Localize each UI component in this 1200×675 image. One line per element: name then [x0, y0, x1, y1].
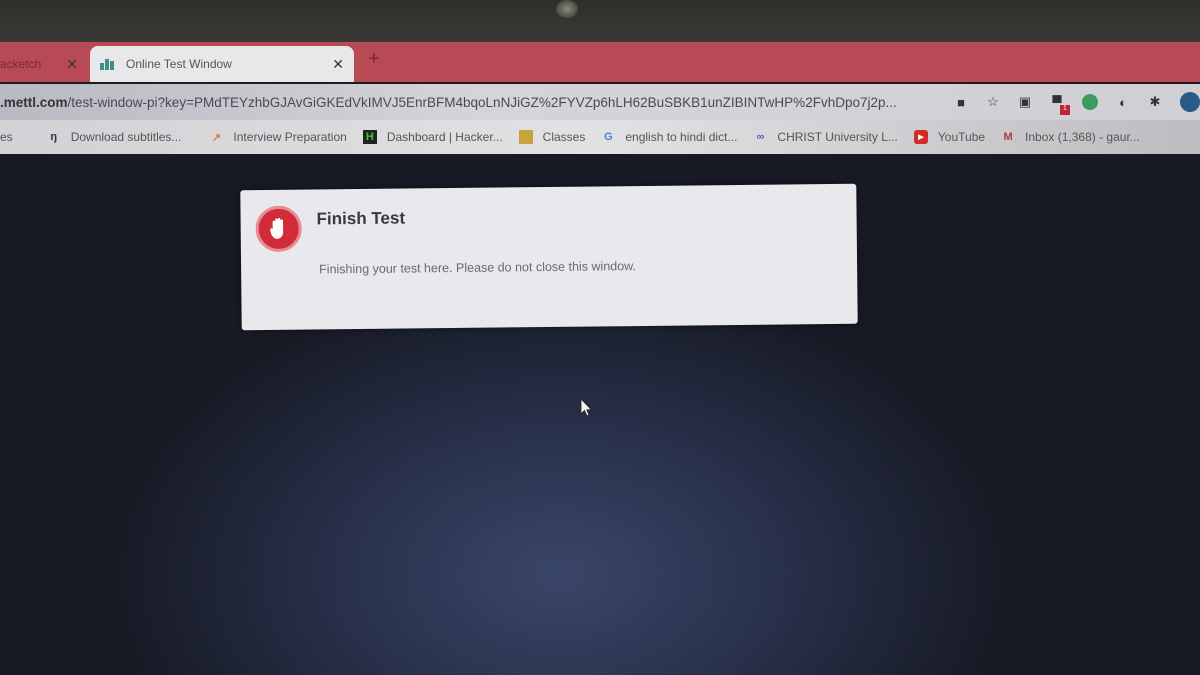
green-extension-icon[interactable]	[1082, 94, 1098, 110]
puzzle-icon[interactable]: ✱	[1148, 94, 1162, 109]
bookmark-label: Interview Preparation	[233, 130, 347, 144]
close-icon[interactable]: ✕	[332, 56, 344, 73]
url-input[interactable]: .mettl.com/test-window-pi?key=PMdTEYzhbG…	[0, 95, 944, 110]
bookmark-item[interactable]: Classes	[518, 130, 586, 144]
url-path: /test-window-pi?key=PMdTEYzhbGJAvGiGKEdV…	[67, 94, 897, 110]
tab-online-test-window[interactable]: Online Test Window ✕	[90, 46, 354, 82]
bookmark-item[interactable]: H Dashboard | Hacker...	[362, 130, 503, 144]
mouse-cursor-icon	[580, 398, 594, 423]
bookmark-label: YouTube	[937, 130, 986, 144]
bookmark-item[interactable]: ŋ Download subtitles...	[47, 130, 182, 144]
bookmark-item[interactable]: ∞ CHRIST University L...	[753, 130, 898, 144]
extension-badge: 1	[1060, 105, 1070, 115]
bookmark-label: Dashboard | Hacker...	[386, 130, 503, 144]
gmail-icon: M	[1003, 131, 1013, 143]
laptop-bezel	[0, 0, 1200, 42]
youtube-icon: ▶	[913, 130, 928, 144]
tab-inactive[interactable]: ...acketch ✕	[0, 46, 88, 82]
tab-title: Online Test Window	[126, 57, 232, 71]
profile-avatar[interactable]	[1180, 92, 1200, 112]
bookmark-item[interactable]: M Inbox (1,368) - gaur...	[1001, 130, 1140, 144]
extension-badge-icon[interactable]: ▀ 1	[1050, 95, 1070, 115]
dialog-message: Finishing your test here. Please do not …	[319, 259, 637, 277]
close-icon[interactable]: ✕	[66, 56, 78, 73]
bookmark-item[interactable]: Genglish to hindi dict...	[601, 130, 737, 144]
subtitle-icon: ŋ	[50, 131, 58, 143]
camera-icon[interactable]: ■	[954, 95, 968, 110]
bookmark-label: es	[0, 130, 13, 144]
bookmark-item[interactable]: ▶ YouTube	[913, 130, 986, 144]
bookmark-label: english to hindi dict...	[625, 130, 738, 144]
circle-extension-icon[interactable]: ◐	[1116, 95, 1130, 110]
finish-test-dialog: Finish Test Finishing your test here. Pl…	[240, 183, 858, 331]
bookmark-label: Download subtitles...	[70, 130, 182, 144]
bookmark-label: Inbox (1,368) - gaur...	[1025, 130, 1140, 144]
extension-icon[interactable]: ▣	[1018, 94, 1032, 109]
address-bar: .mettl.com/test-window-pi?key=PMdTEYzhbG…	[0, 84, 1200, 120]
dialog-title: Finish Test	[316, 208, 406, 229]
hackerrank-icon: H	[362, 130, 377, 144]
bookmarks-bar: es ŋ Download subtitles... ↗ Interview Pre…	[0, 120, 1200, 154]
classroom-icon	[518, 130, 533, 144]
tab-title: ...acketch	[0, 57, 42, 71]
infinity-icon: ∞	[756, 131, 765, 143]
bookmark-label: CHRIST University L...	[777, 130, 898, 144]
new-tab-button[interactable]: +	[368, 48, 380, 71]
arrow-icon: ↗	[211, 131, 222, 144]
tab-strip: ...acketch ✕ Online Test Window ✕	[0, 42, 1200, 82]
mettl-icon	[100, 58, 116, 70]
google-icon: G	[604, 131, 613, 143]
webcam	[556, 0, 578, 18]
bookmark-label: Classes	[542, 130, 586, 144]
star-icon[interactable]: ☆	[986, 94, 1000, 109]
stop-hand-icon	[255, 205, 302, 253]
bookmark-item[interactable]: es	[0, 130, 13, 144]
bookmark-item[interactable]: ↗ Interview Preparation	[209, 130, 347, 144]
url-domain: .mettl.com	[0, 94, 68, 110]
